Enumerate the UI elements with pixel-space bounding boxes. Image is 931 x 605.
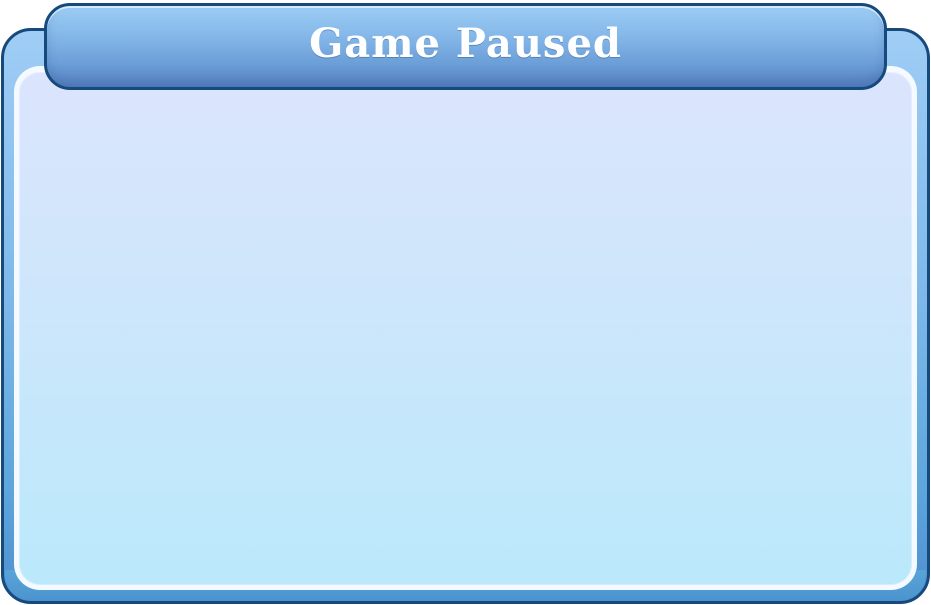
- pause-dialog: Game Paused: [0, 0, 931, 605]
- dialog-content-area: [14, 66, 917, 590]
- dialog-title-tab: Game Paused: [44, 3, 887, 90]
- dialog-title: Game Paused: [309, 20, 622, 67]
